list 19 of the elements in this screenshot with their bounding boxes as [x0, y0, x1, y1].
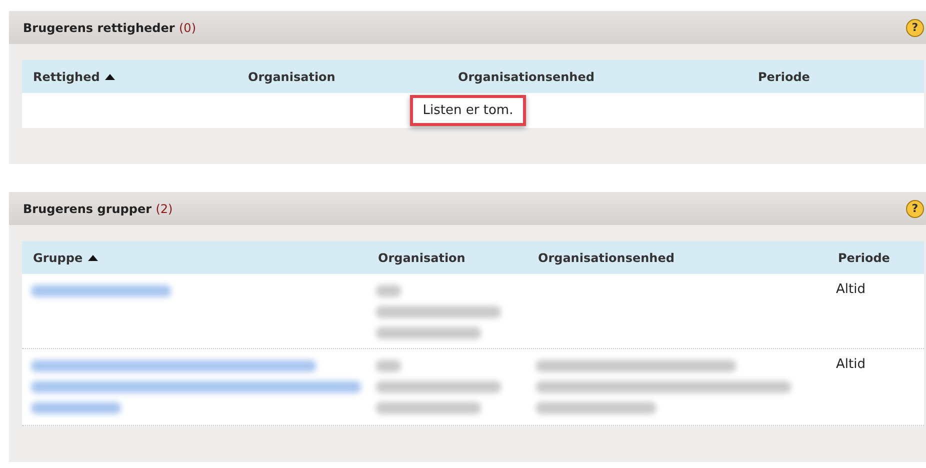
column-header[interactable]: Organisationsenhed [538, 250, 674, 264]
panel-title: Brugerens rettigheder (0) [23, 20, 196, 34]
sort-ascending-icon [104, 74, 115, 80]
column-header[interactable]: Organisation [378, 250, 466, 264]
column-header[interactable]: Gruppe [33, 250, 98, 264]
help-icon[interactable]: ? [906, 18, 924, 36]
column-header[interactable]: Rettighed [33, 70, 115, 84]
table-cell: Altid [836, 357, 866, 372]
column-header[interactable]: Organisation [248, 70, 336, 84]
table-cell: Altid [836, 282, 866, 297]
column-header[interactable]: Periode [758, 70, 810, 84]
column-header[interactable]: Organisationsenhed [458, 70, 594, 84]
help-icon[interactable]: ? [906, 200, 924, 218]
redacted-link[interactable] [31, 357, 361, 417]
sort-ascending-icon [88, 254, 98, 260]
column-header[interactable]: Periode [838, 250, 890, 264]
empty-list-message: Listen er tom. [410, 95, 526, 126]
redacted-link[interactable] [31, 282, 171, 300]
panel-title: Brugerens grupper (2) [23, 202, 173, 216]
